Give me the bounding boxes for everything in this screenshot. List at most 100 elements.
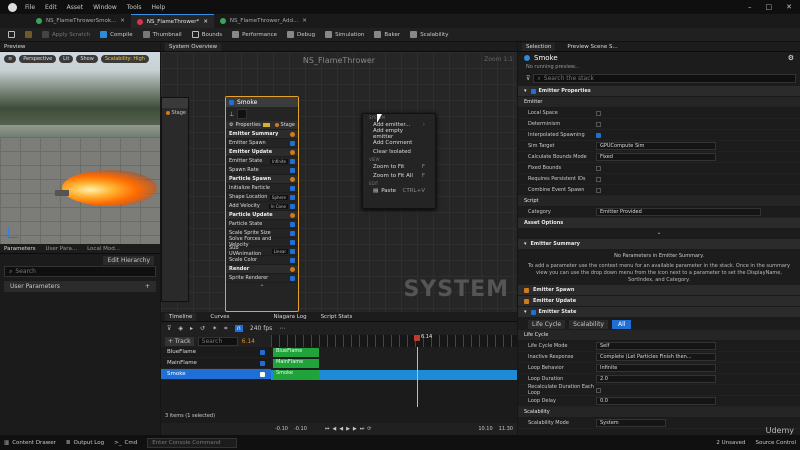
console-input[interactable]: Enter Console Command: [147, 437, 238, 448]
filter-icon[interactable]: ⊽: [167, 325, 171, 332]
node-row[interactable]: Shape Location Sphere: [226, 193, 298, 202]
browse-button[interactable]: [20, 28, 37, 42]
tab-all[interactable]: All: [611, 319, 632, 329]
property-value[interactable]: Fixed: [596, 153, 716, 161]
fps-dropdown[interactable]: 240 fps: [250, 325, 272, 332]
emitter-node-left[interactable]: Stage: [161, 97, 189, 302]
time-ruler[interactable]: 6.14: [271, 334, 517, 347]
thumbnail-button[interactable]: Thumbnail: [138, 28, 187, 42]
add-module-icon[interactable]: [290, 131, 295, 137]
tab-flamethrower-add[interactable]: NS_FlameThrower_Add... ✕: [214, 14, 313, 28]
node-row[interactable]: Sprite Renderer: [226, 274, 298, 283]
tab-selection[interactable]: Selection: [522, 42, 556, 51]
menu-zoom-to-fit-all[interactable]: Zoom to Fit All F: [363, 171, 435, 180]
menu-help[interactable]: Help: [152, 4, 166, 11]
menu-file[interactable]: File: [25, 4, 35, 11]
output-log-button[interactable]: ≣ Output Log: [66, 440, 104, 446]
auto-key-icon[interactable]: ↺: [200, 325, 205, 332]
tab-parameters[interactable]: Parameters: [4, 246, 35, 252]
property-value[interactable]: Complete (Let Particles Finish then...: [596, 353, 716, 361]
close-icon[interactable]: ✕: [786, 3, 792, 11]
node-row[interactable]: Add Velocity In Cone: [226, 202, 298, 211]
minimize-icon[interactable]: –: [748, 3, 752, 11]
scalability-level-button[interactable]: Scalability: High: [100, 55, 149, 63]
clip-blueflame[interactable]: BlueFlame: [273, 348, 319, 357]
property-checkbox[interactable]: [596, 187, 601, 193]
add-module-icon[interactable]: [290, 176, 295, 182]
menu-paste[interactable]: ▤ Paste CTRL+V: [363, 186, 435, 195]
track-area[interactable]: BlueFlame MainFlame Smoke: [271, 347, 517, 407]
emitter-state-header[interactable]: ▾ Emitter State: [518, 307, 800, 318]
enable-checkbox[interactable]: [290, 221, 295, 227]
menu-window[interactable]: Window: [93, 4, 117, 11]
edit-hierarchy-button[interactable]: Edit Hierarchy: [103, 255, 154, 265]
tab-life-cycle[interactable]: Life Cycle: [528, 319, 566, 329]
snap-icon[interactable]: ✶: [212, 325, 217, 332]
close-tab-icon[interactable]: ✕: [120, 18, 125, 24]
add-parameter-icon[interactable]: +: [145, 283, 150, 290]
add-module-icon[interactable]: [290, 266, 295, 272]
source-control-button[interactable]: Source Control: [755, 440, 796, 446]
node-row[interactable]: Render: [226, 265, 298, 274]
property-checkbox[interactable]: [596, 121, 601, 127]
emitter-node-smoke[interactable]: Smoke ⊥ ⚙ Properties Stage Emitter Summar…: [225, 96, 299, 312]
show-button[interactable]: Show: [76, 55, 98, 63]
emitter-update-header[interactable]: Emitter Update: [518, 296, 800, 307]
parameters-search[interactable]: ⌕ Search: [4, 266, 156, 277]
tab-scalability[interactable]: Scalability: [569, 319, 608, 329]
playhead-marker[interactable]: [414, 335, 420, 341]
add-module-icon[interactable]: [290, 212, 295, 218]
clip-smoke[interactable]: Smoke: [273, 370, 319, 380]
node-row[interactable]: Particle Spawn: [226, 175, 298, 184]
enable-checkbox[interactable]: [229, 99, 234, 105]
track-blueflame[interactable]: BlueFlame: [161, 347, 271, 358]
grid-icon[interactable]: ⌗: [224, 325, 227, 333]
property-value[interactable]: 0.0: [596, 397, 716, 405]
category-input[interactable]: Emitter Provided: [596, 208, 761, 216]
node-row[interactable]: Emitter Spawn: [226, 139, 298, 148]
node-row[interactable]: Emitter Summary: [226, 130, 298, 139]
properties-row[interactable]: ⚙ Properties Stage: [226, 121, 298, 130]
track-mainflame[interactable]: MainFlame: [161, 358, 271, 369]
tab-flamethrower[interactable]: NS_FlameThrower* ✕: [130, 14, 214, 28]
property-value[interactable]: 2.0: [596, 375, 716, 383]
enable-checkbox[interactable]: [290, 248, 295, 254]
more-icon[interactable]: ⋯: [279, 325, 285, 332]
asset-options-header[interactable]: Asset Options: [518, 218, 800, 229]
tab-niagara-log[interactable]: Niagara Log: [273, 314, 306, 320]
enable-checkbox[interactable]: [290, 275, 295, 281]
node-row[interactable]: Emitter State Infinite: [226, 157, 298, 166]
emitter-properties-header[interactable]: ▾ Emitter Properties: [518, 86, 800, 97]
menu-asset[interactable]: Asset: [67, 4, 83, 11]
add-track-button[interactable]: + Track: [165, 336, 194, 346]
enable-checkbox[interactable]: [290, 167, 295, 173]
unsaved-button[interactable]: 2 Unsaved: [716, 440, 745, 446]
node-row[interactable]: Scale Color: [226, 256, 298, 265]
close-tab-icon[interactable]: ✕: [302, 18, 307, 24]
enable-checkbox[interactable]: [290, 140, 295, 146]
tab-local-modules[interactable]: Local Mod...: [87, 246, 120, 252]
menu-edit[interactable]: Edit: [45, 4, 57, 11]
apply-scratch-button[interactable]: Apply Scratch: [37, 28, 95, 42]
node-row[interactable]: Particle Update: [226, 211, 298, 220]
property-value[interactable]: Infinite: [596, 364, 716, 372]
compile-button[interactable]: Compile: [95, 28, 138, 42]
node-row[interactable]: Initialize Particle: [226, 184, 298, 193]
scalability-button[interactable]: Scalability: [405, 28, 453, 42]
emitter-spawn-header[interactable]: Emitter Spawn: [518, 285, 800, 296]
tab-preview-scene[interactable]: Preview Scene S...: [567, 44, 617, 50]
property-value[interactable]: Self: [596, 342, 716, 350]
enable-checkbox[interactable]: [290, 230, 295, 236]
property-checkbox[interactable]: [596, 132, 601, 138]
tab-flamethrower-smoke[interactable]: NS_FlameThrowerSmok... ✕: [30, 14, 131, 28]
enable-checkbox[interactable]: [290, 158, 295, 164]
expand-chevron-icon[interactable]: ⌄: [518, 229, 800, 239]
enable-checkbox[interactable]: [290, 239, 295, 245]
track-search[interactable]: Search: [197, 336, 238, 346]
bounds-button[interactable]: Bounds: [187, 28, 227, 42]
tab-timeline[interactable]: Timeline: [165, 312, 197, 321]
performance-button[interactable]: Performance: [227, 28, 282, 42]
enable-checkbox[interactable]: [290, 185, 295, 191]
clip-mainflame[interactable]: MainFlame: [273, 359, 319, 368]
property-checkbox[interactable]: [596, 110, 601, 116]
